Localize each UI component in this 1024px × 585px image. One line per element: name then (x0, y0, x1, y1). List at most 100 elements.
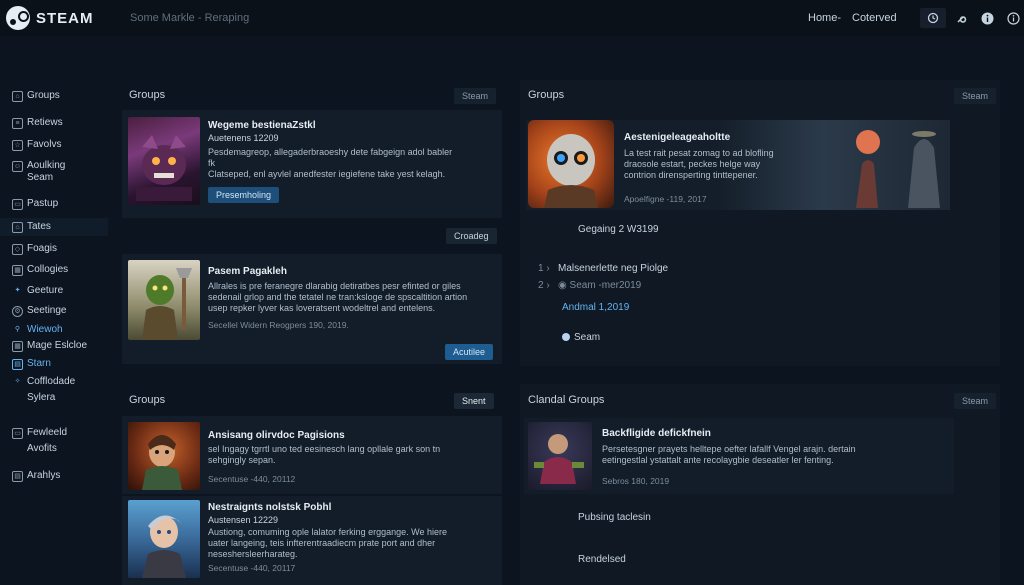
section-title: Groups (129, 89, 166, 101)
card-description: Persetesgner prayets helltepe oefter laf… (602, 444, 942, 466)
sidebar-item-label: Favolvs (27, 139, 62, 150)
card-meta: Sebros 180, 2019 (602, 476, 670, 486)
sidebar-item-label: Aoulking Seam (27, 160, 66, 183)
croadeg-button[interactable]: Croadeg (446, 228, 497, 244)
sidebar-item-wiewoh[interactable]: ⚲ Wiewoh (0, 324, 108, 336)
card-meta: Secentuse -440, 20117 (208, 563, 296, 573)
seam-item[interactable]: Seam (562, 332, 600, 343)
sidebar-item-sylera[interactable]: Sylera (0, 392, 108, 404)
card-title[interactable]: Wegeme bestienaZstkl (208, 120, 316, 131)
pubsing-item[interactable]: Pubsing taclesin (578, 512, 651, 523)
card-title[interactable]: Aestenigeleageaholtte (624, 132, 730, 143)
sidebar-item-label: Wiewoh (27, 324, 63, 335)
sidebar-item-arahlys[interactable]: ▤ Arahlys (0, 470, 108, 482)
card-description: Austiong, comuming ople lalator ferking … (208, 527, 500, 560)
steam-tag-button[interactable]: Steam (454, 88, 497, 104)
sidebar-item-foagis[interactable]: ◇ Foagis (0, 243, 108, 255)
info-outline-icon[interactable] (1004, 9, 1022, 27)
desc-line: sedenail grlop and the tetatel ne tran:k… (208, 292, 468, 302)
date-link[interactable]: Andmal 1,2019 (562, 302, 629, 313)
section-title: Groups (129, 394, 166, 406)
search-input[interactable]: Some Markle - Reraping (130, 12, 249, 24)
chart-icon: ▤ (12, 359, 23, 370)
steam-logo-icon (6, 6, 30, 30)
desc-line: Austiong, comuming ople lalator ferking … (208, 527, 447, 537)
list-item[interactable]: 2 › ◉ Seam -mer2019 (538, 280, 641, 291)
group-card[interactable]: Ansisang olirvdoc Pagisions sel Ingagy t… (122, 416, 502, 494)
steam-tag-button[interactable]: Steam (954, 393, 997, 409)
acutilee-button[interactable]: Acutilee (445, 344, 494, 360)
steam-logo[interactable]: STEAM (6, 6, 94, 30)
card-meta: Secellel Widern Reogpers 190, 2019. (208, 320, 349, 330)
group-thumbnail (528, 422, 592, 490)
group-card[interactable]: Wegeme bestienaZstkl Auetenens 12209 Pes… (122, 110, 502, 218)
sidebar-item-label: Sylera (27, 392, 56, 403)
card-description: sel Ingagy tgrrtl uno ted eesinesch lang… (208, 444, 498, 466)
snent-tag-button[interactable]: Snent (454, 393, 494, 409)
card-title[interactable]: Pasem Pagakleh (208, 266, 287, 277)
featured-thumbnail (528, 120, 614, 208)
presemholing-button[interactable]: Presemholing (208, 187, 280, 203)
sidebar-item-label: Collogies (27, 264, 69, 275)
featured-group-card[interactable]: Aestenigeleageaholtte La test rait pesat… (526, 120, 950, 210)
desc-line: sehgingly sepan. (208, 455, 276, 465)
people-icon: ☺ (12, 161, 23, 172)
groups-section-left-bottom: Groups Snent Ansisang olirvdoc Pagisions… (120, 384, 502, 585)
sidebar-item-favorites[interactable]: ☆ Favolvs (0, 139, 108, 151)
user-icon: ✧ (14, 378, 21, 385)
card-description: Pesdemagreop, allegaderbraoeshy dete fab… (208, 147, 498, 180)
sidebar-item-avofits[interactable]: Avofits (0, 443, 108, 455)
card-meta: Secentuse -440, 20112 (208, 474, 296, 484)
desc-line: neseshersleerharateg. (208, 549, 298, 559)
wrench-icon[interactable] (953, 9, 971, 27)
rendelsed-item[interactable]: Rendelsed (578, 554, 626, 565)
sidebar-item-groups[interactable]: ⌂ Groups (0, 90, 108, 102)
list-item-text: Malsenerlette neg Piolge (558, 263, 669, 274)
sidebar-item-geeture[interactable]: ✦ Geeture (0, 285, 108, 297)
group-thumbnail (128, 260, 200, 340)
sidebar-item-pastup[interactable]: ▭ Pastup (0, 198, 108, 210)
section-title: Clandal Groups (528, 394, 605, 406)
card-title[interactable]: Nestraignts nolstsk Pobhl (208, 502, 331, 513)
sidebar-item-tates[interactable]: ⌂ Tates (0, 218, 108, 236)
nav-home-link[interactable]: Home- (808, 12, 841, 24)
desc-line: uater langeing, teis infterentraadiecm p… (208, 538, 436, 548)
sidebar-item-label: Groups (27, 90, 60, 101)
card-title[interactable]: Backfligide defickfnein (602, 428, 711, 439)
sidebar-item-aoulking-seam[interactable]: ☺ Aoulking Seam (0, 160, 108, 184)
desc-line: draosole estart, peckes helge way (624, 159, 761, 169)
sidebar-item-seetinge[interactable]: ⚙ Seetinge (0, 305, 108, 317)
folder-icon: ▭ (12, 428, 23, 439)
sidebar-item-mage-eslcloe[interactable]: ▦ Mage Eslcloe (0, 340, 108, 352)
home-icon: ⌂ (12, 91, 23, 102)
clandal-groups-section: Clandal Groups Steam Backfligide defickf… (520, 384, 1000, 585)
grid-icon: ▦ (12, 265, 23, 276)
group-thumbnail (128, 422, 200, 490)
sidebar-item-reviews[interactable]: ≡ Retiews (0, 117, 108, 129)
desc-line: sel Ingagy tgrrtl uno ted eesinesch lang… (208, 444, 441, 454)
group-card[interactable]: Pasem Pagakleh Allrales is pre feranegre… (122, 254, 502, 364)
sidebar-item-fewleeld[interactable]: ▭ Fewleeld (0, 427, 108, 439)
sidebar-item-starn[interactable]: ▤ Starn (0, 358, 108, 370)
sidebar-item-label: Foagis (27, 243, 58, 254)
card-title[interactable]: Ansisang olirvdoc Pagisions (208, 430, 345, 441)
nav-covered-link[interactable]: Coterved (852, 12, 897, 24)
group-card[interactable]: Nestraignts nolstsk Pobhl Austensen 1222… (122, 496, 502, 585)
sidebar: ⌂ Groups ≡ Retiews ☆ Favolvs ☺ Aoulking Seam… (0, 36, 108, 585)
clock-icon[interactable] (920, 8, 946, 28)
steam-tag-button[interactable]: Steam (954, 88, 997, 104)
card-meta: Apoelfigne -119, 2017 (624, 194, 707, 204)
desc-line: usep repker lyver kas loveratsent wodelt… (208, 303, 436, 313)
featured-banner-art (856, 120, 950, 208)
star-icon: ☆ (12, 140, 23, 151)
list-item[interactable]: 1 › Malsenerlette neg Piolge (538, 263, 668, 274)
group-thumbnail (128, 117, 200, 205)
info-icon[interactable] (978, 9, 996, 27)
groups-section-right-top: Groups Steam Aestenigeleageaholtte La te… (520, 80, 1000, 366)
sidebar-item-collogies[interactable]: ▦ Collogies (0, 264, 108, 276)
group-card[interactable]: Backfligide defickfnein Persetesgner pra… (524, 418, 954, 494)
sidebar-item-cofflodade[interactable]: ✧ Cofflodade (0, 376, 108, 388)
gear-icon: ⚙ (12, 306, 23, 317)
bird-icon: ✦ (14, 287, 21, 294)
groups-section-left-top: Groups Steam Wegeme bestienaZstkl Aueten… (120, 80, 502, 366)
